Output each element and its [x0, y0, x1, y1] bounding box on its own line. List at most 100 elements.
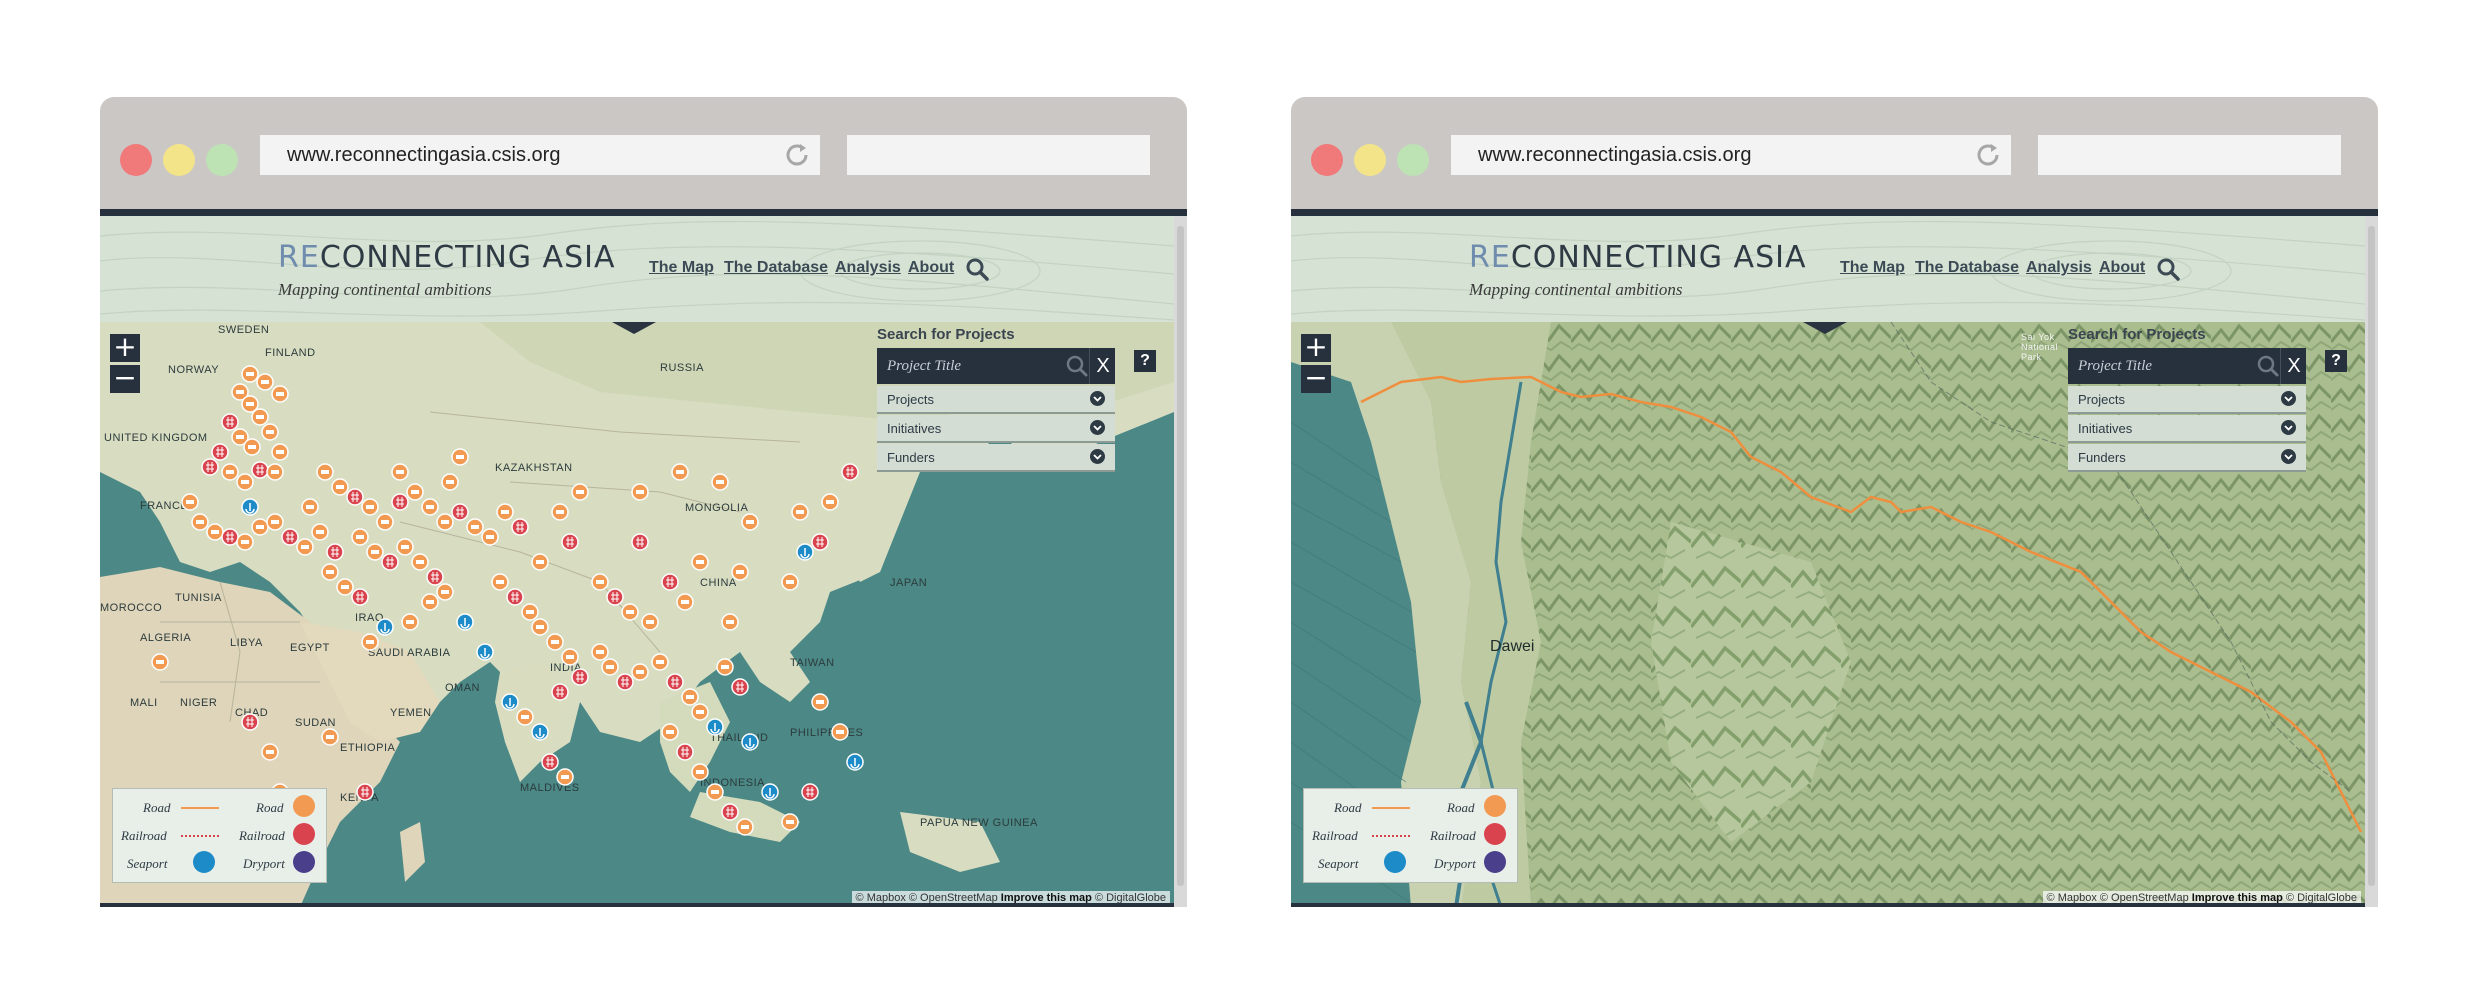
maximize-window-button[interactable] [206, 144, 238, 176]
zoom-in-button[interactable]: + [1301, 333, 1331, 362]
scrollbar-thumb[interactable] [2368, 226, 2375, 886]
search-submit-icon[interactable] [2255, 350, 2281, 382]
map-legend: Road Road Railroad Railroad Seaport Dryp… [1303, 788, 1518, 883]
legend-label: Dryport [1434, 856, 1476, 871]
browser-search-box[interactable] [847, 135, 1150, 175]
continental-map[interactable]: SWEDEN FINLAND NORWAY UNITED KINGDOM FRA… [100, 322, 1174, 907]
browser-window-terrain: www.reconnectingasia.csis.org RECONNECTI… [1291, 97, 2378, 907]
railroad-icon [293, 823, 315, 845]
filter-label: Projects [887, 392, 934, 407]
top-border [1291, 209, 2378, 216]
clear-search-button[interactable]: X [2280, 348, 2307, 384]
legend-label: Road [256, 800, 284, 815]
filter-projects-dropdown[interactable]: Projects [2068, 386, 2306, 414]
address-text: www.reconnectingasia.csis.org [1478, 144, 1752, 166]
magnifier-icon[interactable] [965, 257, 989, 281]
dryport-icon [293, 851, 315, 873]
legend-label: Railroad [1312, 828, 1358, 843]
legend-label: Seaport [127, 856, 168, 871]
project-search-box: X [2068, 348, 2306, 384]
city-label-dawei: Dawei [1490, 638, 1535, 655]
legend-label: Railroad [239, 828, 285, 843]
search-panel-title: Search for Projects [2068, 326, 2206, 343]
help-button[interactable]: ? [2325, 350, 2347, 372]
reload-icon[interactable] [1973, 140, 2003, 170]
site-header: RECONNECTING ASIA Mapping continental am… [100, 216, 1174, 322]
topo-pattern [100, 220, 1174, 321]
nav-analysis[interactable]: Analysis [835, 259, 901, 277]
zoom-out-button[interactable]: − [1301, 364, 1331, 393]
top-border [100, 209, 1187, 216]
maximize-window-button[interactable] [1397, 144, 1429, 176]
search-submit-icon[interactable] [1064, 350, 1090, 382]
marker-cluster-southeast-asia [651, 653, 864, 836]
filter-initiatives-dropdown[interactable]: Initiatives [877, 415, 1115, 443]
filter-funders-dropdown[interactable]: Funders [2068, 444, 2306, 472]
legend-row-railroad: Railroad Railroad [1304, 821, 1519, 849]
chevron-down-icon [1090, 420, 1105, 435]
legend-label: Road [1334, 800, 1362, 815]
project-title-input[interactable] [2068, 348, 2253, 384]
reload-icon[interactable] [782, 140, 812, 170]
browser-search-box[interactable] [2038, 135, 2341, 175]
close-window-button[interactable] [120, 144, 152, 176]
legend-row-road: Road Road [113, 793, 328, 821]
site-logo[interactable]: RECONNECTING ASIA [1469, 240, 1807, 275]
zoom-out-button[interactable]: − [110, 364, 140, 393]
close-window-button[interactable] [1311, 144, 1343, 176]
address-text: www.reconnectingasia.csis.org [287, 144, 561, 166]
chevron-down-icon [2281, 391, 2296, 406]
nav-the-database[interactable]: The Database [724, 259, 828, 277]
nav-the-database[interactable]: The Database [1915, 259, 2019, 277]
filter-label: Funders [2078, 450, 2126, 465]
marker-cluster-europe [181, 365, 319, 556]
railroad-icon [1484, 823, 1506, 845]
legend-row-road: Road Road [1304, 793, 1519, 821]
clear-search-button[interactable]: X [1089, 348, 1116, 384]
project-title-input[interactable] [877, 348, 1062, 384]
nav-analysis[interactable]: Analysis [2026, 259, 2092, 277]
terrain-map[interactable]: Dawei Sai Yok National Park + − Search f… [1291, 322, 2365, 907]
road-icon [1484, 795, 1506, 817]
nav-the-map[interactable]: The Map [649, 259, 714, 277]
address-bar[interactable]: www.reconnectingasia.csis.org [260, 135, 820, 175]
nav-about[interactable]: About [2099, 259, 2145, 277]
legend-label: Road [1447, 800, 1475, 815]
scrollbar-thumb[interactable] [1177, 226, 1184, 886]
logo-text: CONNECTING ASIA [1510, 240, 1807, 275]
legend-label: Road [143, 800, 171, 815]
legend-row-ports: Seaport Dryport [1304, 849, 1519, 877]
nav-about[interactable]: About [908, 259, 954, 277]
header-caret [1803, 322, 1847, 334]
magnifier-icon[interactable] [2156, 257, 2180, 281]
site-logo[interactable]: RECONNECTING ASIA [278, 240, 616, 275]
railroad-line-icon [181, 835, 219, 839]
filter-projects-dropdown[interactable]: Projects [877, 386, 1115, 414]
help-button[interactable]: ? [1134, 350, 1156, 372]
browser-window-continental: www.reconnectingasia.csis.org RECONNECTI… [100, 97, 1187, 907]
page-viewport: RECONNECTING ASIA Mapping continental am… [1291, 209, 2378, 907]
header-caret [612, 322, 656, 334]
filter-label: Initiatives [2078, 421, 2133, 436]
legend-row-railroad: Railroad Railroad [113, 821, 328, 849]
seaport-icon [1384, 851, 1406, 873]
filter-label: Projects [2078, 392, 2125, 407]
road-icon [293, 795, 315, 817]
filter-label: Initiatives [887, 421, 942, 436]
chevron-down-icon [1090, 391, 1105, 406]
filter-initiatives-dropdown[interactable]: Initiatives [2068, 415, 2306, 443]
bottom-border [100, 903, 1174, 907]
filter-funders-dropdown[interactable]: Funders [877, 444, 1115, 472]
zoom-in-button[interactable]: + [110, 333, 140, 362]
logo-prefix: RE [278, 240, 320, 275]
scrollbar[interactable] [1174, 216, 1187, 907]
nav-the-map[interactable]: The Map [1840, 259, 1905, 277]
search-panel-title: Search for Projects [877, 326, 1015, 343]
address-bar[interactable]: www.reconnectingasia.csis.org [1451, 135, 2011, 175]
minimize-window-button[interactable] [1354, 144, 1386, 176]
minimize-window-button[interactable] [163, 144, 195, 176]
marker-cluster-africa [151, 653, 374, 801]
filter-label: Funders [887, 450, 935, 465]
scrollbar[interactable] [2365, 216, 2378, 907]
site-header: RECONNECTING ASIA Mapping continental am… [1291, 216, 2365, 322]
